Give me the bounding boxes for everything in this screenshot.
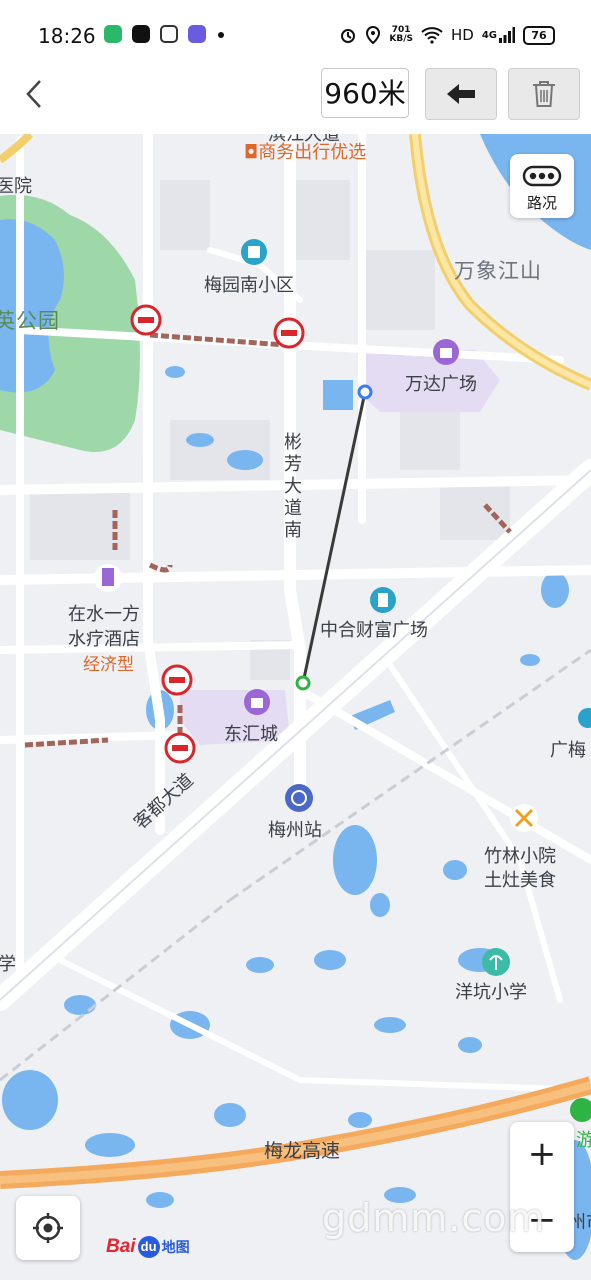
back-button[interactable] <box>20 78 50 110</box>
traffic-label: 路况 <box>526 194 557 212</box>
restaurant-poi-icon <box>510 804 538 832</box>
app-icon-tiktok <box>132 25 150 43</box>
bookmark-icon: ◘ <box>244 142 259 163</box>
signal-bars-icon <box>499 27 515 43</box>
map-label-hotel-line1: 在水一方 <box>68 604 140 625</box>
net-speed-unit: KB/S <box>389 34 413 44</box>
no-entry-icon <box>130 304 162 336</box>
measure-toolbar <box>0 60 591 134</box>
train-station-icon <box>285 784 313 812</box>
map-label-hotel-tag: 经济型 <box>83 655 134 675</box>
logo-ditu: 地图 <box>161 1239 190 1255</box>
school-poi-icon <box>482 948 510 976</box>
map-label-scenic: 游 <box>576 1130 591 1151</box>
map-label-meilong-highway: 梅龙高速 <box>264 1140 341 1162</box>
undo-point-button[interactable] <box>425 68 497 120</box>
arrow-left-icon <box>447 84 475 104</box>
signal-type: 4G <box>481 29 497 41</box>
hotel-poi-icon <box>94 564 122 592</box>
status-right: 701 KB/S HD 4G 76 <box>339 22 555 48</box>
locate-button[interactable] <box>16 1196 80 1260</box>
map-label-zhulin-line2: 土灶美食 <box>484 870 556 891</box>
map-canvas <box>0 134 591 1280</box>
map-label-zhonghe: 中合财富广场 <box>320 620 428 641</box>
no-entry-icon <box>273 317 305 349</box>
hd-indicator: HD <box>450 26 474 44</box>
map-label-park: 英公园 <box>0 309 60 333</box>
map-view[interactable]: 滨江大道 ◘商务出行优选 医院 梅园南小区 万象江山 英公园 万达广场 彬芳大道… <box>0 134 591 1280</box>
app-icon-green <box>104 25 122 43</box>
map-label-binfang-road: 彬芳大道南 <box>284 432 302 541</box>
traffic-icon <box>522 165 562 187</box>
no-entry-icon <box>164 732 196 764</box>
measure-end-point[interactable] <box>295 675 311 691</box>
map-label-station: 梅州站 <box>268 820 322 841</box>
watermark: gdmm.com <box>322 1196 546 1240</box>
chevron-left-icon <box>26 80 41 108</box>
map-label-school-left: 学 <box>0 954 16 975</box>
logo-bai: Bai <box>106 1236 136 1257</box>
map-label-business-tag: ◘商务出行优选 <box>244 142 366 164</box>
map-label-meiyuan: 梅园南小区 <box>204 275 294 296</box>
status-time: 18:26 <box>38 24 96 48</box>
map-label-donghui: 东汇城 <box>224 724 278 745</box>
map-label-business-text: 商务出行优选 <box>258 142 367 163</box>
notification-dot-icon <box>218 32 224 38</box>
battery-icon: 76 <box>523 25 555 45</box>
baidu-map-logo: Bai du 地图 <box>106 1232 190 1262</box>
map-label-wanxiang: 万象江山 <box>454 259 542 283</box>
distance-display: 960米 <box>321 68 409 118</box>
map-label-yangkeng: 洋坑小学 <box>455 982 527 1003</box>
logo-du: du <box>137 1236 160 1258</box>
trash-icon <box>533 81 555 107</box>
map-label-zhulin-line1: 竹林小院 <box>484 846 556 867</box>
map-label-hospital: 医院 <box>0 176 32 197</box>
app-icon-blue <box>188 25 206 43</box>
map-label-guangmei: 广梅 <box>550 740 586 761</box>
no-entry-icon <box>161 664 193 696</box>
traffic-toggle-button[interactable]: 路况 <box>510 154 574 218</box>
shopping-poi-icon <box>433 339 459 365</box>
alarm-icon <box>341 29 356 43</box>
map-label-wanda: 万达广场 <box>405 374 477 395</box>
net-speed: 701 KB/S <box>389 26 413 44</box>
crosshair-icon <box>33 1213 63 1243</box>
shopping-poi-icon <box>244 689 270 715</box>
wifi-icon <box>421 27 443 44</box>
office-poi-icon <box>370 587 396 613</box>
clear-button[interactable] <box>508 68 580 120</box>
residential-poi-icon <box>241 239 267 265</box>
location-icon <box>366 26 381 44</box>
app-icon-snail <box>160 25 178 43</box>
measure-start-point[interactable] <box>357 384 373 400</box>
zoom-in-button[interactable]: + <box>510 1122 574 1186</box>
map-label-hotel-line2: 水疗酒店 <box>68 629 140 650</box>
